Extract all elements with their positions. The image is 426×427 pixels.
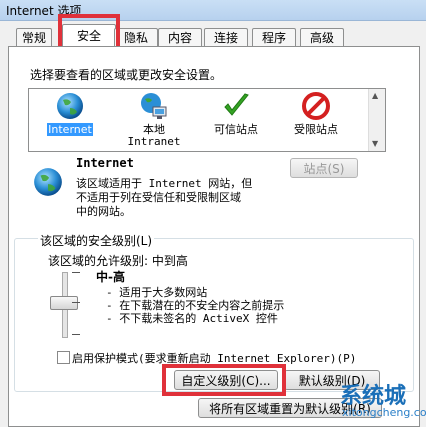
- zone-detail-title: Internet: [76, 156, 134, 170]
- slider-tick: [72, 302, 80, 303]
- tab-connections[interactable]: 连接: [204, 28, 248, 47]
- tab-programs[interactable]: 程序: [252, 28, 296, 47]
- network-computer-icon: [141, 93, 167, 119]
- zone-detail-description: 该区域适用于 Internet 网站，但 不适用于列在受信任和受限制区域 中的网…: [76, 177, 253, 218]
- globe-icon: [57, 93, 83, 119]
- zone-trusted-sites[interactable]: 可信站点: [201, 89, 271, 151]
- scroll-up-arrow-icon[interactable]: ▲: [372, 91, 378, 100]
- watermark-url: xitongcheng.com: [342, 406, 426, 419]
- zone-list-scrollbar[interactable]: ▲ ▼: [368, 89, 385, 151]
- zone-restricted-sites[interactable]: 受限站点: [281, 89, 351, 151]
- zone-label-restricted: 受限站点: [294, 123, 338, 136]
- allowed-level-text: 该区域的允许级别: 中到高: [48, 254, 188, 268]
- scroll-down-arrow-icon[interactable]: ▼: [372, 139, 378, 148]
- zone-internet[interactable]: Internet: [35, 89, 105, 151]
- zone-label-intranet: 本地 Intranet: [127, 123, 181, 148]
- security-level-group-title: 该区域的安全级别(L): [38, 232, 155, 249]
- zone-label-trusted: 可信站点: [214, 123, 258, 136]
- green-check-icon: [224, 93, 249, 116]
- site-watermark-logo: 系统城 xitongcheng.com: [332, 378, 426, 424]
- zone-list: Internet 本地 Intranet 可信站点 受限站点 ▲ ▼: [28, 88, 386, 152]
- tab-advanced[interactable]: 高级: [300, 28, 344, 47]
- zone-local-intranet[interactable]: 本地 Intranet: [119, 89, 189, 151]
- sites-button[interactable]: 站点(S): [290, 158, 358, 178]
- security-level-slider-thumb[interactable]: [50, 296, 78, 310]
- red-prohibited-icon: [302, 92, 330, 120]
- globe-icon: [34, 168, 62, 196]
- security-level-description: - 适用于大多数网站 - 在下载潜在的不安全内容之前提示 - 不下载未签名的 A…: [106, 286, 285, 325]
- slider-tick: [72, 334, 80, 335]
- tab-privacy[interactable]: 隐私: [114, 28, 158, 47]
- zone-label-internet: Internet: [47, 123, 93, 136]
- custom-level-highlight: [162, 364, 286, 396]
- tab-general[interactable]: 常规: [16, 28, 52, 47]
- slider-tick: [72, 272, 80, 273]
- protected-mode-checkbox[interactable]: [57, 351, 70, 364]
- security-level-name: 中-高: [96, 270, 125, 284]
- tab-content[interactable]: 内容: [158, 28, 202, 47]
- zone-prompt: 选择要查看的区域或更改安全设置。: [30, 68, 223, 82]
